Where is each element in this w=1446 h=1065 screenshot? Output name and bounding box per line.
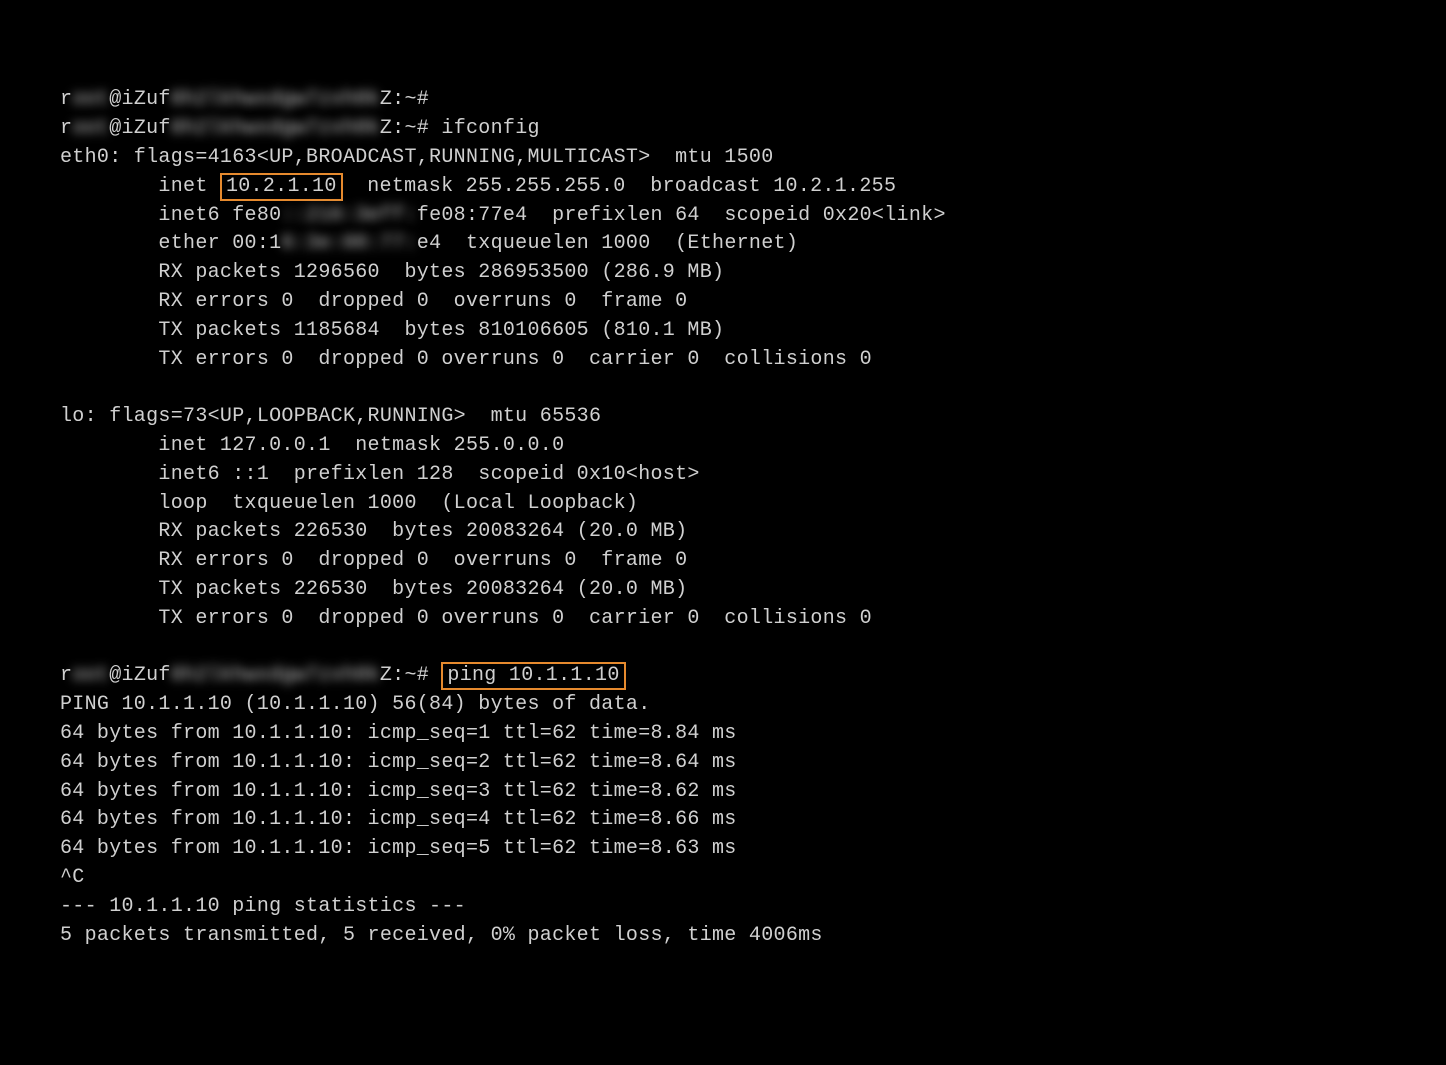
highlighted-ip: 10.2.1.10 — [220, 173, 343, 201]
ping-reply-line: 64 bytes from 10.1.1.10: icmp_seq=1 ttl=… — [60, 722, 737, 745]
eth0-rx-packets-line: RX packets 1296560 bytes 286953500 (286.… — [60, 261, 724, 284]
lo-inet-line: inet 127.0.0.1 netmask 255.0.0.0 — [60, 434, 564, 457]
lo-rx-packets-line: RX packets 226530 bytes 20083264 (20.0 M… — [60, 520, 687, 543]
blurred-text: 6:3e:08:77: — [281, 230, 416, 259]
blurred-text: ::216:3eff: — [281, 202, 416, 231]
lo-rx-errors-line: RX errors 0 dropped 0 overruns 0 frame 0 — [60, 549, 687, 572]
ping-interrupt-line: ^C — [60, 866, 85, 889]
ping-stats-header-line: --- 10.1.1.10 ping statistics --- — [60, 895, 466, 918]
eth0-ether-line: ether 00:16:3e:08:77:e4 txqueuelen 1000 … — [60, 232, 798, 255]
terminal-output[interactable]: root@iZuf6h2lkhwxdgw7zxh0kZ:~# root@iZuf… — [60, 86, 1446, 950]
blurred-text: 6h2lkhwxdgw7zxh0k — [171, 662, 380, 691]
ping-reply-line: 64 bytes from 10.1.1.10: icmp_seq=2 ttl=… — [60, 751, 737, 774]
lo-loop-line: loop txqueuelen 1000 (Local Loopback) — [60, 492, 638, 515]
blurred-text: oot — [72, 115, 109, 144]
lo-tx-errors-line: TX errors 0 dropped 0 overruns 0 carrier… — [60, 607, 872, 630]
blurred-text: 6h2lkhwxdgw7zxh0k — [171, 115, 380, 144]
highlighted-ping-command: ping 10.1.1.10 — [441, 662, 625, 690]
lo-tx-packets-line: TX packets 226530 bytes 20083264 (20.0 M… — [60, 578, 687, 601]
blurred-text: 6h2lkhwxdgw7zxh0k — [171, 86, 380, 115]
eth0-inet6-line: inet6 fe80::216:3eff:fe08:77e4 prefixlen… — [60, 204, 946, 227]
eth0-inet-line: inet 10.2.1.10 netmask 255.255.255.0 bro… — [60, 175, 896, 198]
ping-stats-line: 5 packets transmitted, 5 received, 0% pa… — [60, 924, 823, 947]
eth0-rx-errors-line: RX errors 0 dropped 0 overruns 0 frame 0 — [60, 290, 687, 313]
prompt-line-ifconfig: root@iZuf6h2lkhwxdgw7zxh0kZ:~# ifconfig — [60, 117, 540, 140]
ping-reply-line: 64 bytes from 10.1.1.10: icmp_seq=3 ttl=… — [60, 780, 737, 803]
ifconfig-command: ifconfig — [441, 117, 539, 140]
ping-reply-line: 64 bytes from 10.1.1.10: icmp_seq=5 ttl=… — [60, 837, 737, 860]
ping-reply-line: 64 bytes from 10.1.1.10: icmp_seq=4 ttl=… — [60, 808, 737, 831]
lo-flags-line: lo: flags=73<UP,LOOPBACK,RUNNING> mtu 65… — [60, 405, 601, 428]
blurred-text: oot — [72, 662, 109, 691]
lo-inet6-line: inet6 ::1 prefixlen 128 scopeid 0x10<hos… — [60, 463, 700, 486]
eth0-tx-packets-line: TX packets 1185684 bytes 810106605 (810.… — [60, 319, 724, 342]
eth0-flags-line: eth0: flags=4163<UP,BROADCAST,RUNNING,MU… — [60, 146, 774, 169]
eth0-tx-errors-line: TX errors 0 dropped 0 overruns 0 carrier… — [60, 348, 872, 371]
prompt-line-0: root@iZuf6h2lkhwxdgw7zxh0kZ:~# — [60, 88, 441, 111]
prompt-line-ping: root@iZuf6h2lkhwxdgw7zxh0kZ:~# ping 10.1… — [60, 664, 626, 687]
ping-header-line: PING 10.1.1.10 (10.1.1.10) 56(84) bytes … — [60, 693, 651, 716]
blurred-text: oot — [72, 86, 109, 115]
